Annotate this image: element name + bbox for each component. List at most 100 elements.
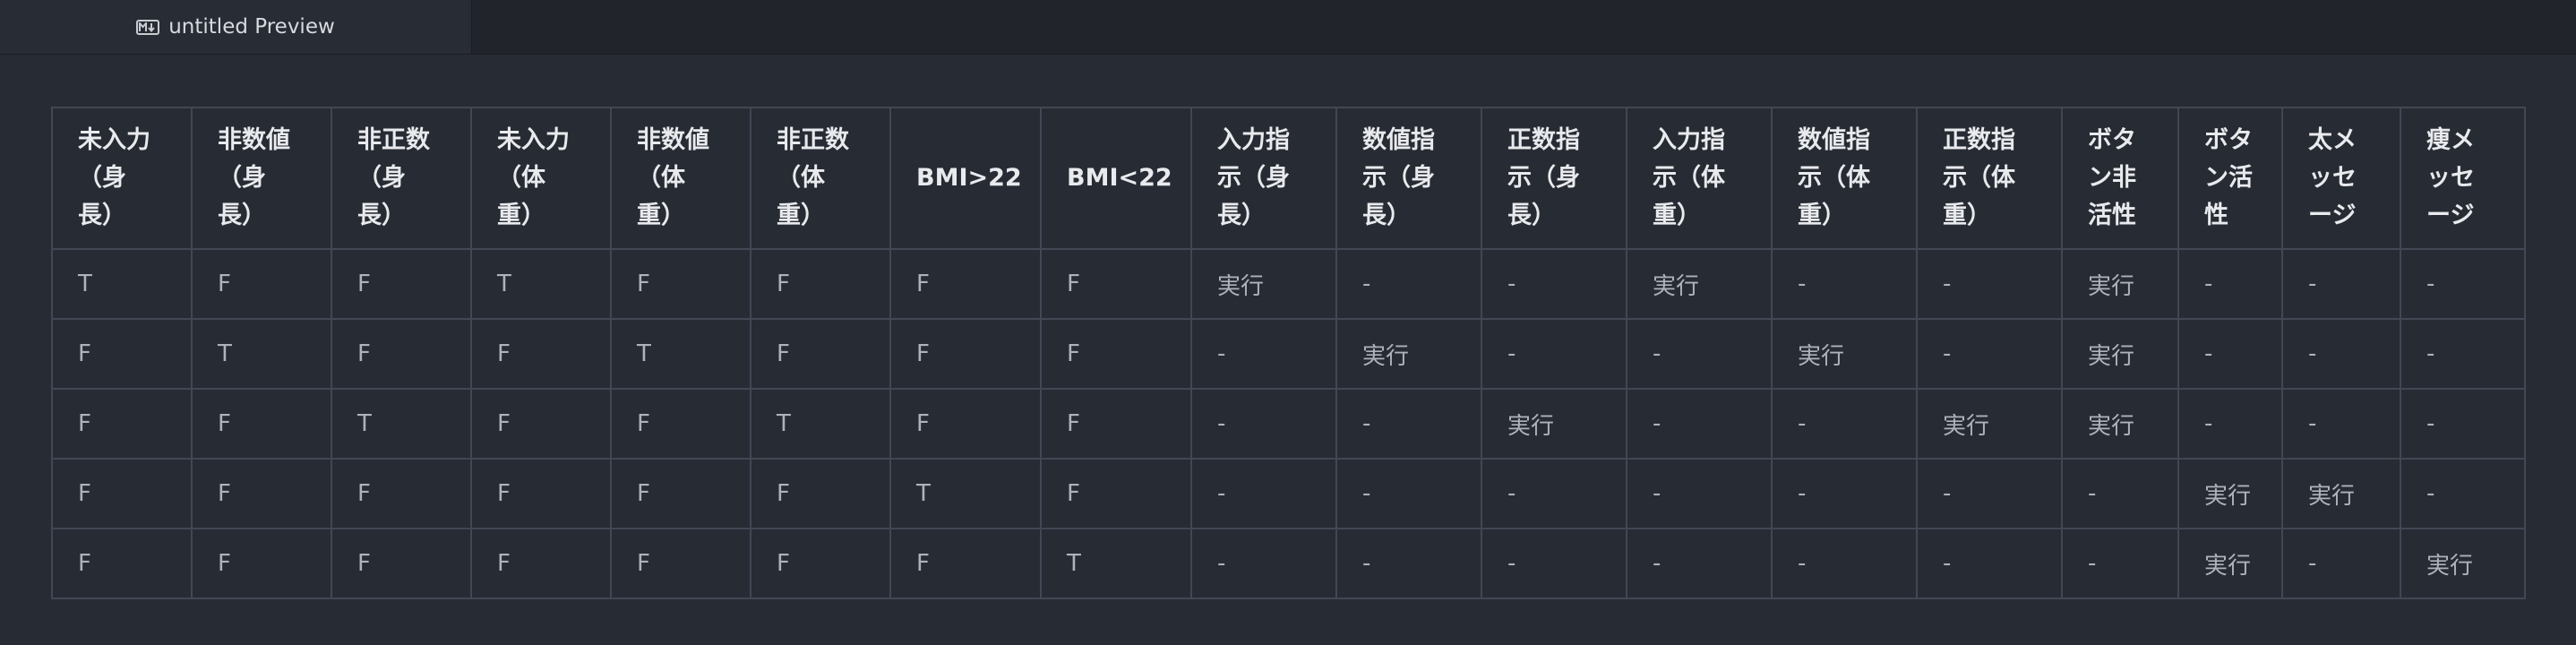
table-cell: - <box>1190 318 1337 390</box>
table-cell: - <box>2177 388 2283 460</box>
table-cell: - <box>1481 458 1627 529</box>
markdown-icon <box>136 19 160 35</box>
table-cell: F <box>331 248 472 320</box>
table-cell: 実行 <box>1916 388 2063 460</box>
table-cell: 実行 <box>2061 318 2179 390</box>
table-cell: F <box>1040 388 1192 460</box>
table-cell: - <box>1335 388 1482 460</box>
table-cell: 実行 <box>2177 528 2283 599</box>
table-cell: F <box>889 318 1042 390</box>
column-header: ボタン非 活性 <box>2061 107 2179 250</box>
table-cell: F <box>331 318 472 390</box>
table-cell: F <box>750 318 891 390</box>
table-cell: T <box>470 248 612 320</box>
table-row: F F F F F F T F - - - - - - - 実行 実行 - <box>51 458 2526 529</box>
table-header: 未入力 （身 長） 非数値 （身 長） 非正数 （身 長） 未入力 （体 重） 非数値 … <box>51 107 2526 250</box>
table-cell: - <box>2281 388 2401 460</box>
table-cell: - <box>1771 528 1918 599</box>
column-header: BMI>22 <box>889 107 1042 250</box>
tab-bar: untitled Preview <box>0 0 2576 55</box>
table-cell: F <box>51 458 193 529</box>
table-cell: - <box>1771 388 1918 460</box>
table-cell: F <box>750 528 891 599</box>
table-row: T F F T F F F F 実行 - - 実行 - - 実行 - - - <box>51 248 2526 320</box>
table-cell: - <box>1481 528 1627 599</box>
column-header: 未入力 （身 長） <box>51 107 193 250</box>
table-cell: - <box>2400 248 2526 320</box>
table-cell: F <box>191 248 332 320</box>
table-cell: F <box>51 528 193 599</box>
table-cell: T <box>610 318 751 390</box>
table-cell: F <box>750 458 891 529</box>
table-cell: T <box>51 248 193 320</box>
tab-title: untitled Preview <box>168 15 335 39</box>
table-cell: F <box>191 528 332 599</box>
table-cell: F <box>610 248 751 320</box>
table-cell: F <box>610 458 751 529</box>
table-cell: - <box>1335 528 1482 599</box>
table-row: F F T F F T F F - - 実行 - - 実行 実行 - - - <box>51 388 2526 460</box>
table-cell: - <box>1916 248 2063 320</box>
table-cell: - <box>1916 458 2063 529</box>
table-cell: 実行 <box>2061 248 2179 320</box>
table-cell: - <box>2177 318 2283 390</box>
table-cell: T <box>889 458 1042 529</box>
table-cell: - <box>2281 528 2401 599</box>
table-cell: - <box>2177 248 2283 320</box>
table-cell: F <box>470 388 612 460</box>
table-cell: - <box>1190 388 1337 460</box>
table-cell: F <box>470 318 612 390</box>
table-cell: - <box>1626 458 1773 529</box>
table-cell: - <box>1190 528 1337 599</box>
table-cell: 実行 <box>1335 318 1482 390</box>
column-header: 非数値 （体 重） <box>610 107 751 250</box>
table-cell: F <box>191 388 332 460</box>
table-cell: - <box>1481 318 1627 390</box>
table-cell: T <box>331 388 472 460</box>
table-cell: F <box>1040 318 1192 390</box>
column-header: ボタ ン活 性 <box>2177 107 2283 250</box>
column-header: 正数指 示（体 重） <box>1916 107 2063 250</box>
table-cell: F <box>610 528 751 599</box>
table-cell: F <box>331 528 472 599</box>
table-cell: F <box>610 388 751 460</box>
table-cell: 実行 <box>2177 458 2283 529</box>
table-cell: T <box>750 388 891 460</box>
column-header: 非正数 （体 重） <box>750 107 891 250</box>
table-cell: - <box>1916 528 2063 599</box>
table-cell: - <box>1771 458 1918 529</box>
table-body: T F F T F F F F 実行 - - 実行 - - 実行 - - - F T F F T F F F - 実行 - - 実行 - 実行 -… <box>51 248 2526 599</box>
table-cell: - <box>2400 388 2526 460</box>
table-cell: F <box>1040 458 1192 529</box>
table-cell: - <box>1481 248 1627 320</box>
table-cell: F <box>1040 248 1192 320</box>
column-header: 痩メ ッセ ージ <box>2400 107 2526 250</box>
column-header: 未入力 （体 重） <box>470 107 612 250</box>
table-cell: 実行 <box>2061 388 2179 460</box>
table-cell: T <box>1040 528 1192 599</box>
table-cell: F <box>750 248 891 320</box>
table-cell: - <box>2061 458 2179 529</box>
column-header: 数値指 示（体 重） <box>1771 107 1918 250</box>
table-cell: - <box>2281 248 2401 320</box>
tab-untitled-preview[interactable]: untitled Preview <box>0 0 472 54</box>
markdown-preview: 未入力 （身 長） 非数値 （身 長） 非正数 （身 長） 未入力 （体 重） 非数値 … <box>51 107 2526 599</box>
column-header: BMI<22 <box>1040 107 1192 250</box>
column-header: 太メ ッセ ージ <box>2281 107 2401 250</box>
table-cell: F <box>470 458 612 529</box>
table-cell: 実行 <box>2281 458 2401 529</box>
table-cell: 実行 <box>1481 388 1627 460</box>
table-cell: F <box>889 388 1042 460</box>
table-cell: 実行 <box>1626 248 1773 320</box>
column-header: 非正数 （身 長） <box>331 107 472 250</box>
table-cell: 実行 <box>1771 318 1918 390</box>
column-header: 入力指 示（身 長） <box>1190 107 1337 250</box>
table-cell: F <box>470 528 612 599</box>
table-cell: 実行 <box>2400 528 2526 599</box>
table-cell: 実行 <box>1190 248 1337 320</box>
table-cell: F <box>51 318 193 390</box>
table-cell: - <box>2061 528 2179 599</box>
table-cell: - <box>2281 318 2401 390</box>
table-cell: T <box>191 318 332 390</box>
table-row: F T F F T F F F - 実行 - - 実行 - 実行 - - - <box>51 318 2526 390</box>
